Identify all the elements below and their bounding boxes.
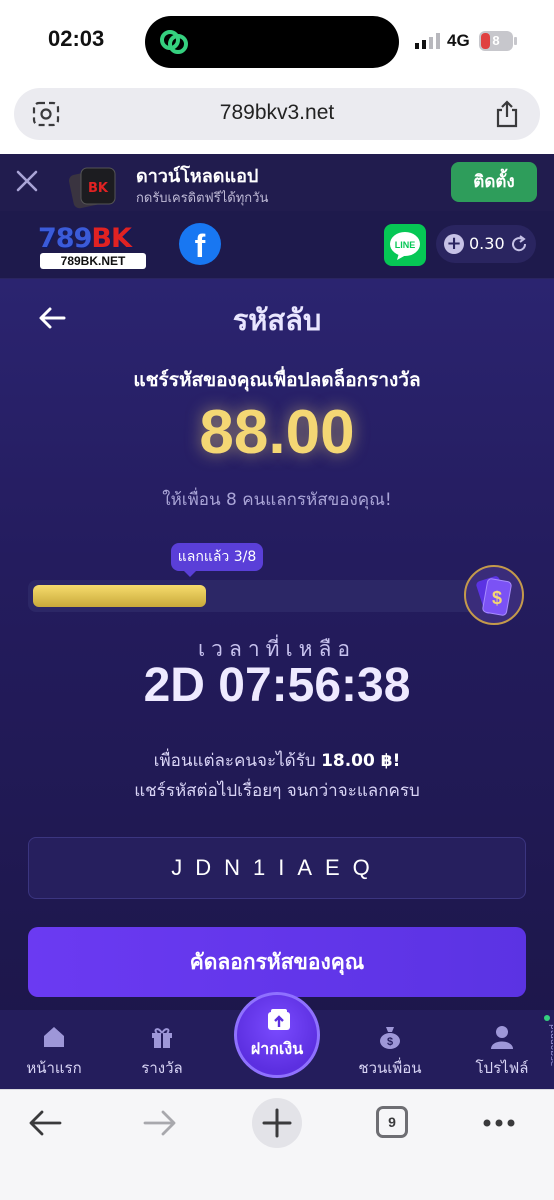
svg-text:$: $	[492, 588, 502, 608]
money-card-icon: $	[464, 565, 524, 625]
logo-number: 789	[38, 223, 92, 254]
dynamic-island	[145, 16, 399, 68]
url-text[interactable]: 789bkv3.net	[14, 101, 540, 125]
countdown-timer: 2D 07:56:38	[143, 659, 411, 712]
svg-text:$: $	[387, 1036, 393, 1048]
nav-home[interactable]: หน้าแรก	[14, 1010, 94, 1089]
money-bag-icon: $	[380, 1027, 400, 1049]
network-type: 4G	[447, 31, 470, 50]
app-download-banner: BK ดาวน์โหลดแอป กดรับเครดิตฟรีได้ทุกวัน …	[0, 154, 554, 211]
close-icon[interactable]	[14, 168, 40, 194]
new-tab-button[interactable]	[252, 1098, 302, 1148]
deposit-button[interactable]: ฝากเงิน	[234, 992, 320, 1078]
copy-code-button[interactable]: คัดลอกรหัสของคุณ	[28, 927, 526, 997]
browser-toolbar: 9	[0, 1089, 554, 1200]
logo-accent: BK	[91, 223, 132, 254]
side-vertical-text: ptdd0bse	[544, 1015, 553, 1067]
progress-label: แลกแล้ว 3/8	[171, 543, 263, 571]
line-label: LINE	[395, 240, 416, 250]
line-icon[interactable]: LINE	[384, 224, 426, 266]
more-icon[interactable]	[482, 1118, 516, 1128]
deposit-icon	[268, 1009, 290, 1030]
nav-profile[interactable]: โปรไฟล์	[462, 1010, 542, 1089]
browser-forward-icon[interactable]	[143, 1110, 177, 1136]
browser-back-icon[interactable]	[28, 1110, 62, 1136]
referral-code-field[interactable]: JDN1IAEQ	[28, 837, 526, 899]
tab-switcher-button[interactable]: 9	[376, 1106, 408, 1138]
battery-icon: 8	[479, 31, 513, 51]
nav-rewards[interactable]: รางวัล	[122, 1010, 202, 1089]
subheading: แชร์รหัสของคุณเพื่อปลดล็อกรางวัล	[133, 369, 421, 391]
app-icon-text: BK	[88, 181, 109, 196]
gift-icon	[152, 1028, 172, 1048]
deposit-label: ฝากเงิน	[250, 1039, 304, 1058]
address-bar[interactable]: 789bkv3.net	[14, 88, 540, 140]
link-icon	[160, 30, 188, 54]
reward-note-amount: 18.00 ฿!	[321, 751, 401, 771]
site-logo[interactable]: 789BK 789BK.NET	[38, 223, 148, 269]
app-icon: BK	[68, 167, 116, 209]
add-funds-icon[interactable]: +	[444, 234, 464, 254]
nav-invite[interactable]: $ ชวนเพื่อน	[346, 1010, 434, 1089]
install-button[interactable]: ติดตั้ง	[451, 162, 537, 202]
status-bar: 02:03 4G 8	[0, 0, 554, 84]
nav-home-label: หน้าแรก	[26, 1059, 82, 1077]
user-icon	[491, 1026, 513, 1049]
logo-domain: 789BK.NET	[40, 253, 146, 269]
battery-cap	[514, 37, 517, 45]
banner-subtitle: กดรับเครดิตฟรีได้ทุกวัน	[136, 191, 269, 206]
reward-amount: 88.00	[199, 398, 355, 467]
progress-fill	[33, 585, 206, 607]
facebook-glyph: f	[194, 228, 206, 264]
signal-icon	[415, 33, 440, 49]
progress-bar	[28, 580, 498, 612]
facebook-icon[interactable]: f	[179, 223, 221, 265]
reward-note: เพื่อนแต่ละคนจะได้รับ 18.00 ฿!	[0, 747, 554, 774]
share-note: แชร์รหัสต่อไปเรื่อยๆ จนกว่าจะแลกครบ	[134, 781, 420, 801]
battery-level: 8	[492, 33, 500, 48]
home-icon	[44, 1027, 64, 1047]
share-icon[interactable]	[494, 100, 520, 128]
nav-profile-label: โปรไฟล์	[475, 1059, 529, 1077]
page-title: รหัสลับ	[232, 303, 322, 337]
side-text: ptdd0bse	[548, 1024, 553, 1067]
site-header: 789BK 789BK.NET f LINE + 0.30	[0, 211, 554, 279]
app-viewport: BK ดาวน์โหลดแอป กดรับเครดิตฟรีได้ทุกวัน …	[0, 154, 554, 1089]
referral-code-page: รหัสลับ แชร์รหัสของคุณเพื่อปลดล็อกรางวัล…	[0, 279, 554, 1089]
reward-note-text: เพื่อนแต่ละคนจะได้รับ	[153, 751, 316, 771]
plus-icon	[262, 1108, 292, 1138]
banner-title: ดาวน์โหลดแอป	[136, 166, 259, 187]
nav-invite-label: ชวนเพื่อน	[358, 1059, 422, 1077]
balance-value: 0.30	[469, 234, 505, 253]
balance-pill[interactable]: + 0.30	[436, 225, 536, 263]
line-bubble-icon: LINE	[390, 232, 420, 260]
nav-rewards-label: รางวัล	[141, 1059, 183, 1077]
status-time: 02:03	[48, 26, 105, 51]
refresh-icon[interactable]	[510, 235, 528, 253]
progress-label-pointer	[183, 570, 197, 577]
invite-text: ให้เพื่อน 8 คนแลกรหัสของคุณ!	[162, 490, 392, 510]
